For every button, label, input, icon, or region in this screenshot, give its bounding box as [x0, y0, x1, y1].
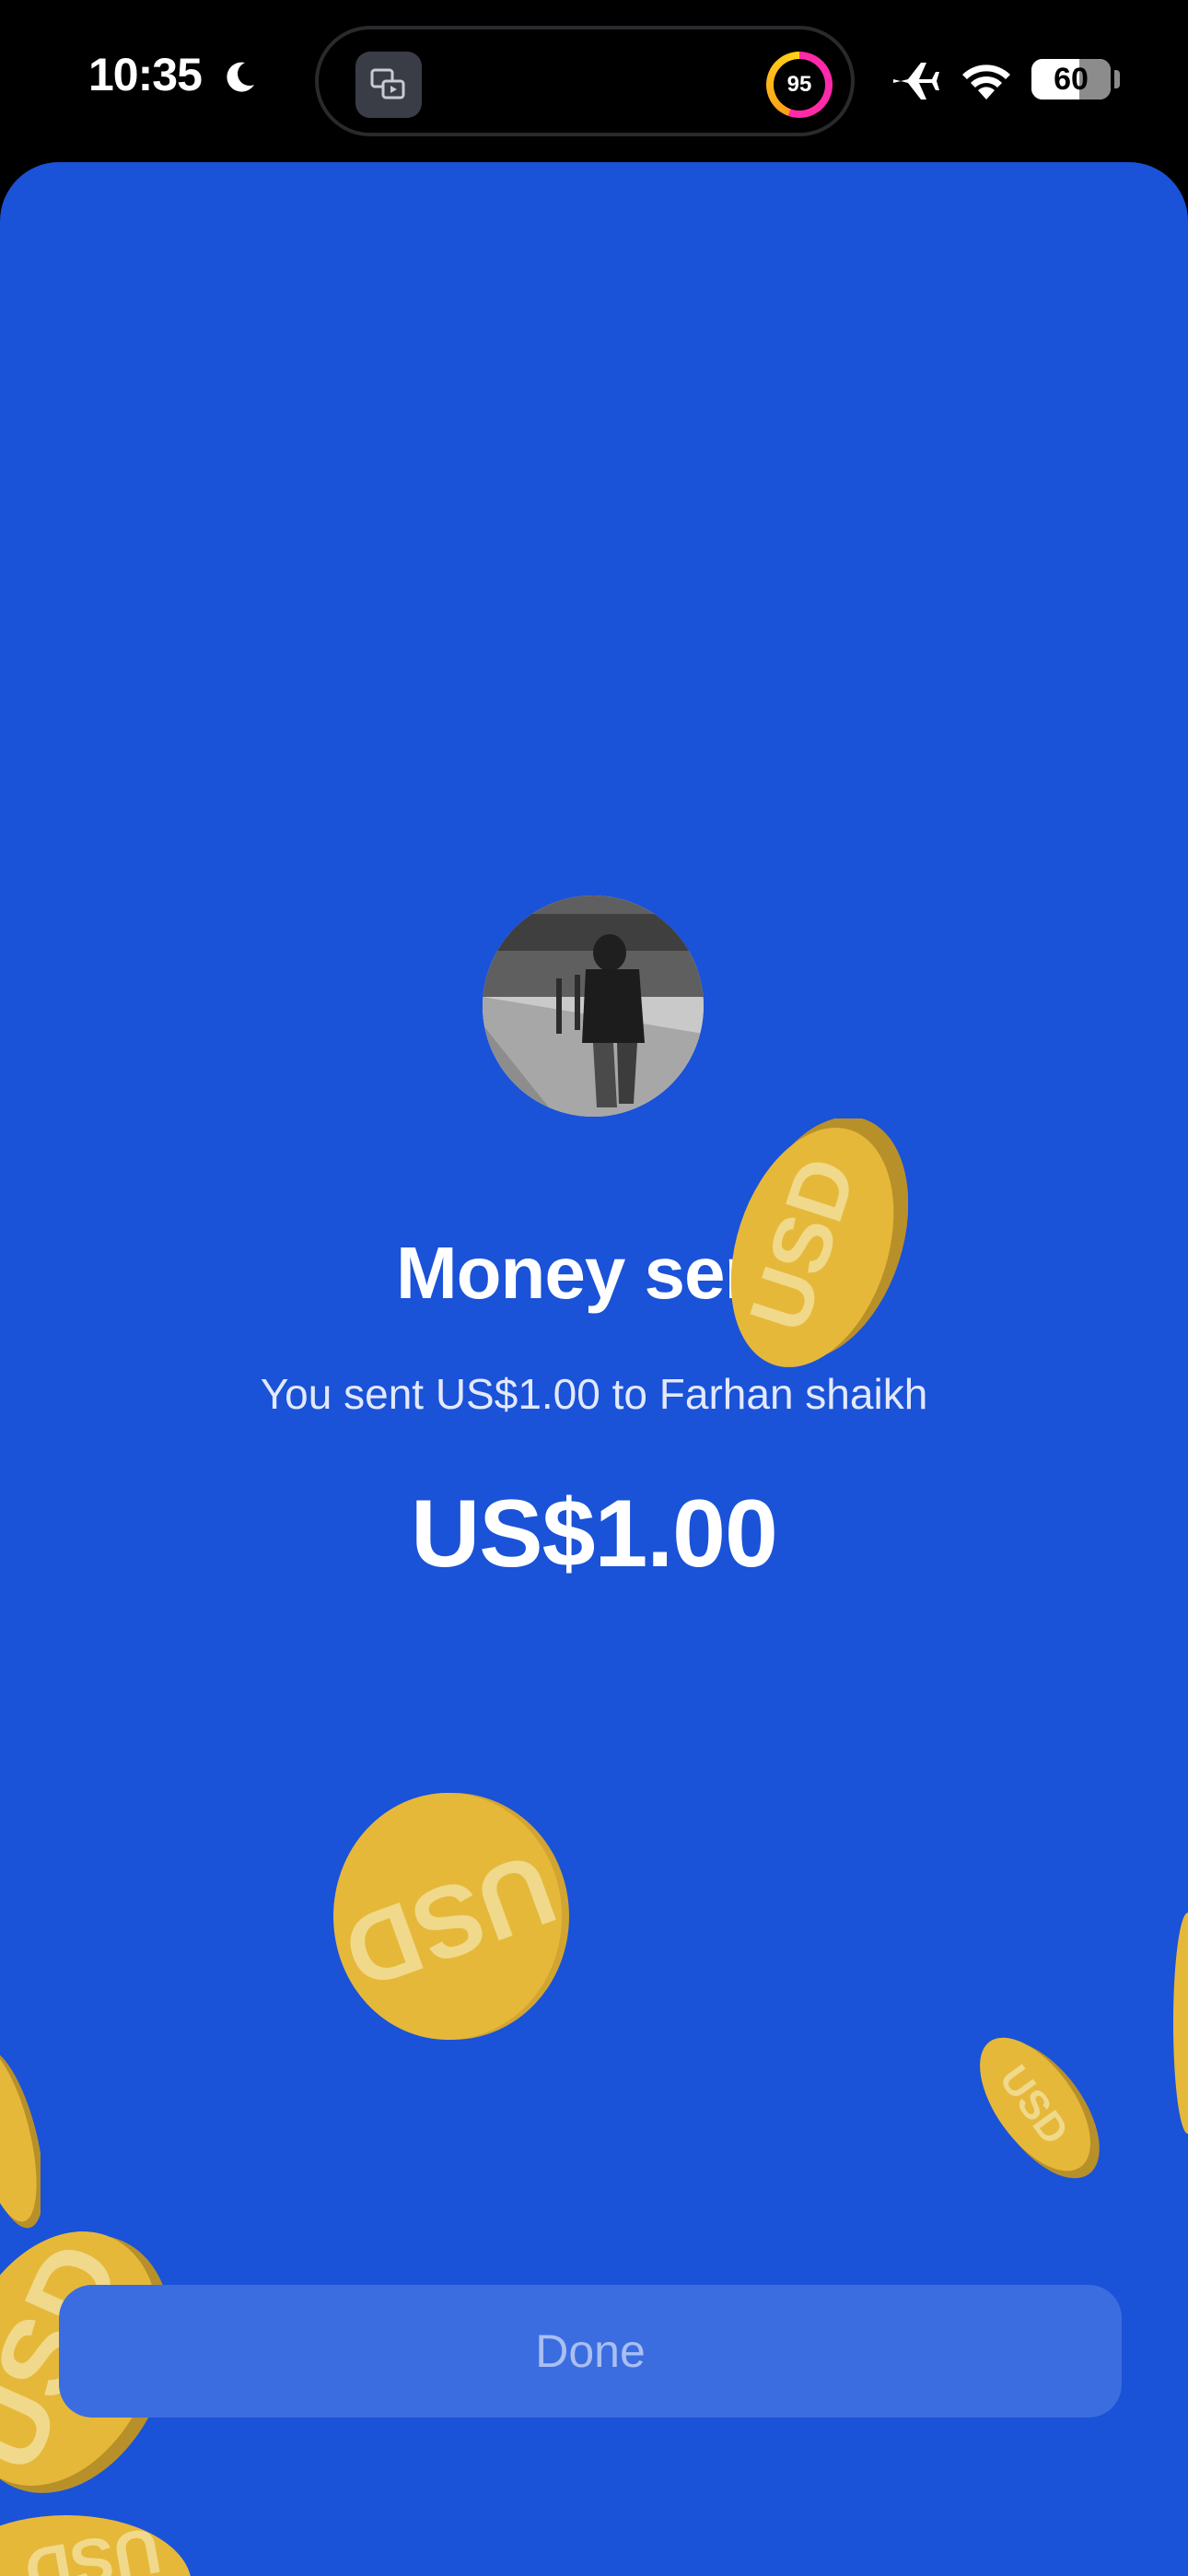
- coin-icon: USD: [730, 1118, 908, 1367]
- moon-icon: [227, 62, 254, 92]
- coin-icon: USD: [0, 2514, 191, 2576]
- confirmation-sheet: Money sent You sent US$1.00 to Farhan sh…: [0, 162, 1188, 2576]
- confirmation-subtitle: You sent US$1.00 to Farhan shaikh: [260, 1370, 928, 1418]
- status-bar: 10:35 95 60: [0, 0, 1188, 164]
- amount-sent: US$1.00: [411, 1481, 778, 1587]
- screen-mirror-icon[interactable]: [355, 52, 422, 118]
- airplane-icon: [893, 63, 939, 100]
- page-title: Money sent: [395, 1232, 793, 1314]
- coin-icon: [1173, 1913, 1188, 2134]
- battery-level: 60: [1054, 62, 1089, 97]
- ring-value: 95: [774, 59, 825, 111]
- done-button[interactable]: Done: [59, 2285, 1122, 2418]
- dynamic-island[interactable]: 95: [315, 26, 855, 136]
- coin-icon: [0, 2045, 41, 2229]
- wifi-icon: [962, 64, 1010, 100]
- battery-icon: 60: [1031, 59, 1111, 100]
- recipient-avatar: [483, 896, 704, 1117]
- activity-ring-icon[interactable]: 95: [766, 52, 833, 118]
- status-time: 10:35: [88, 49, 203, 100]
- coin-icon: USD: [330, 1793, 569, 2040]
- coin-icon: USD: [980, 2037, 1100, 2179]
- battery-nub: [1114, 70, 1120, 88]
